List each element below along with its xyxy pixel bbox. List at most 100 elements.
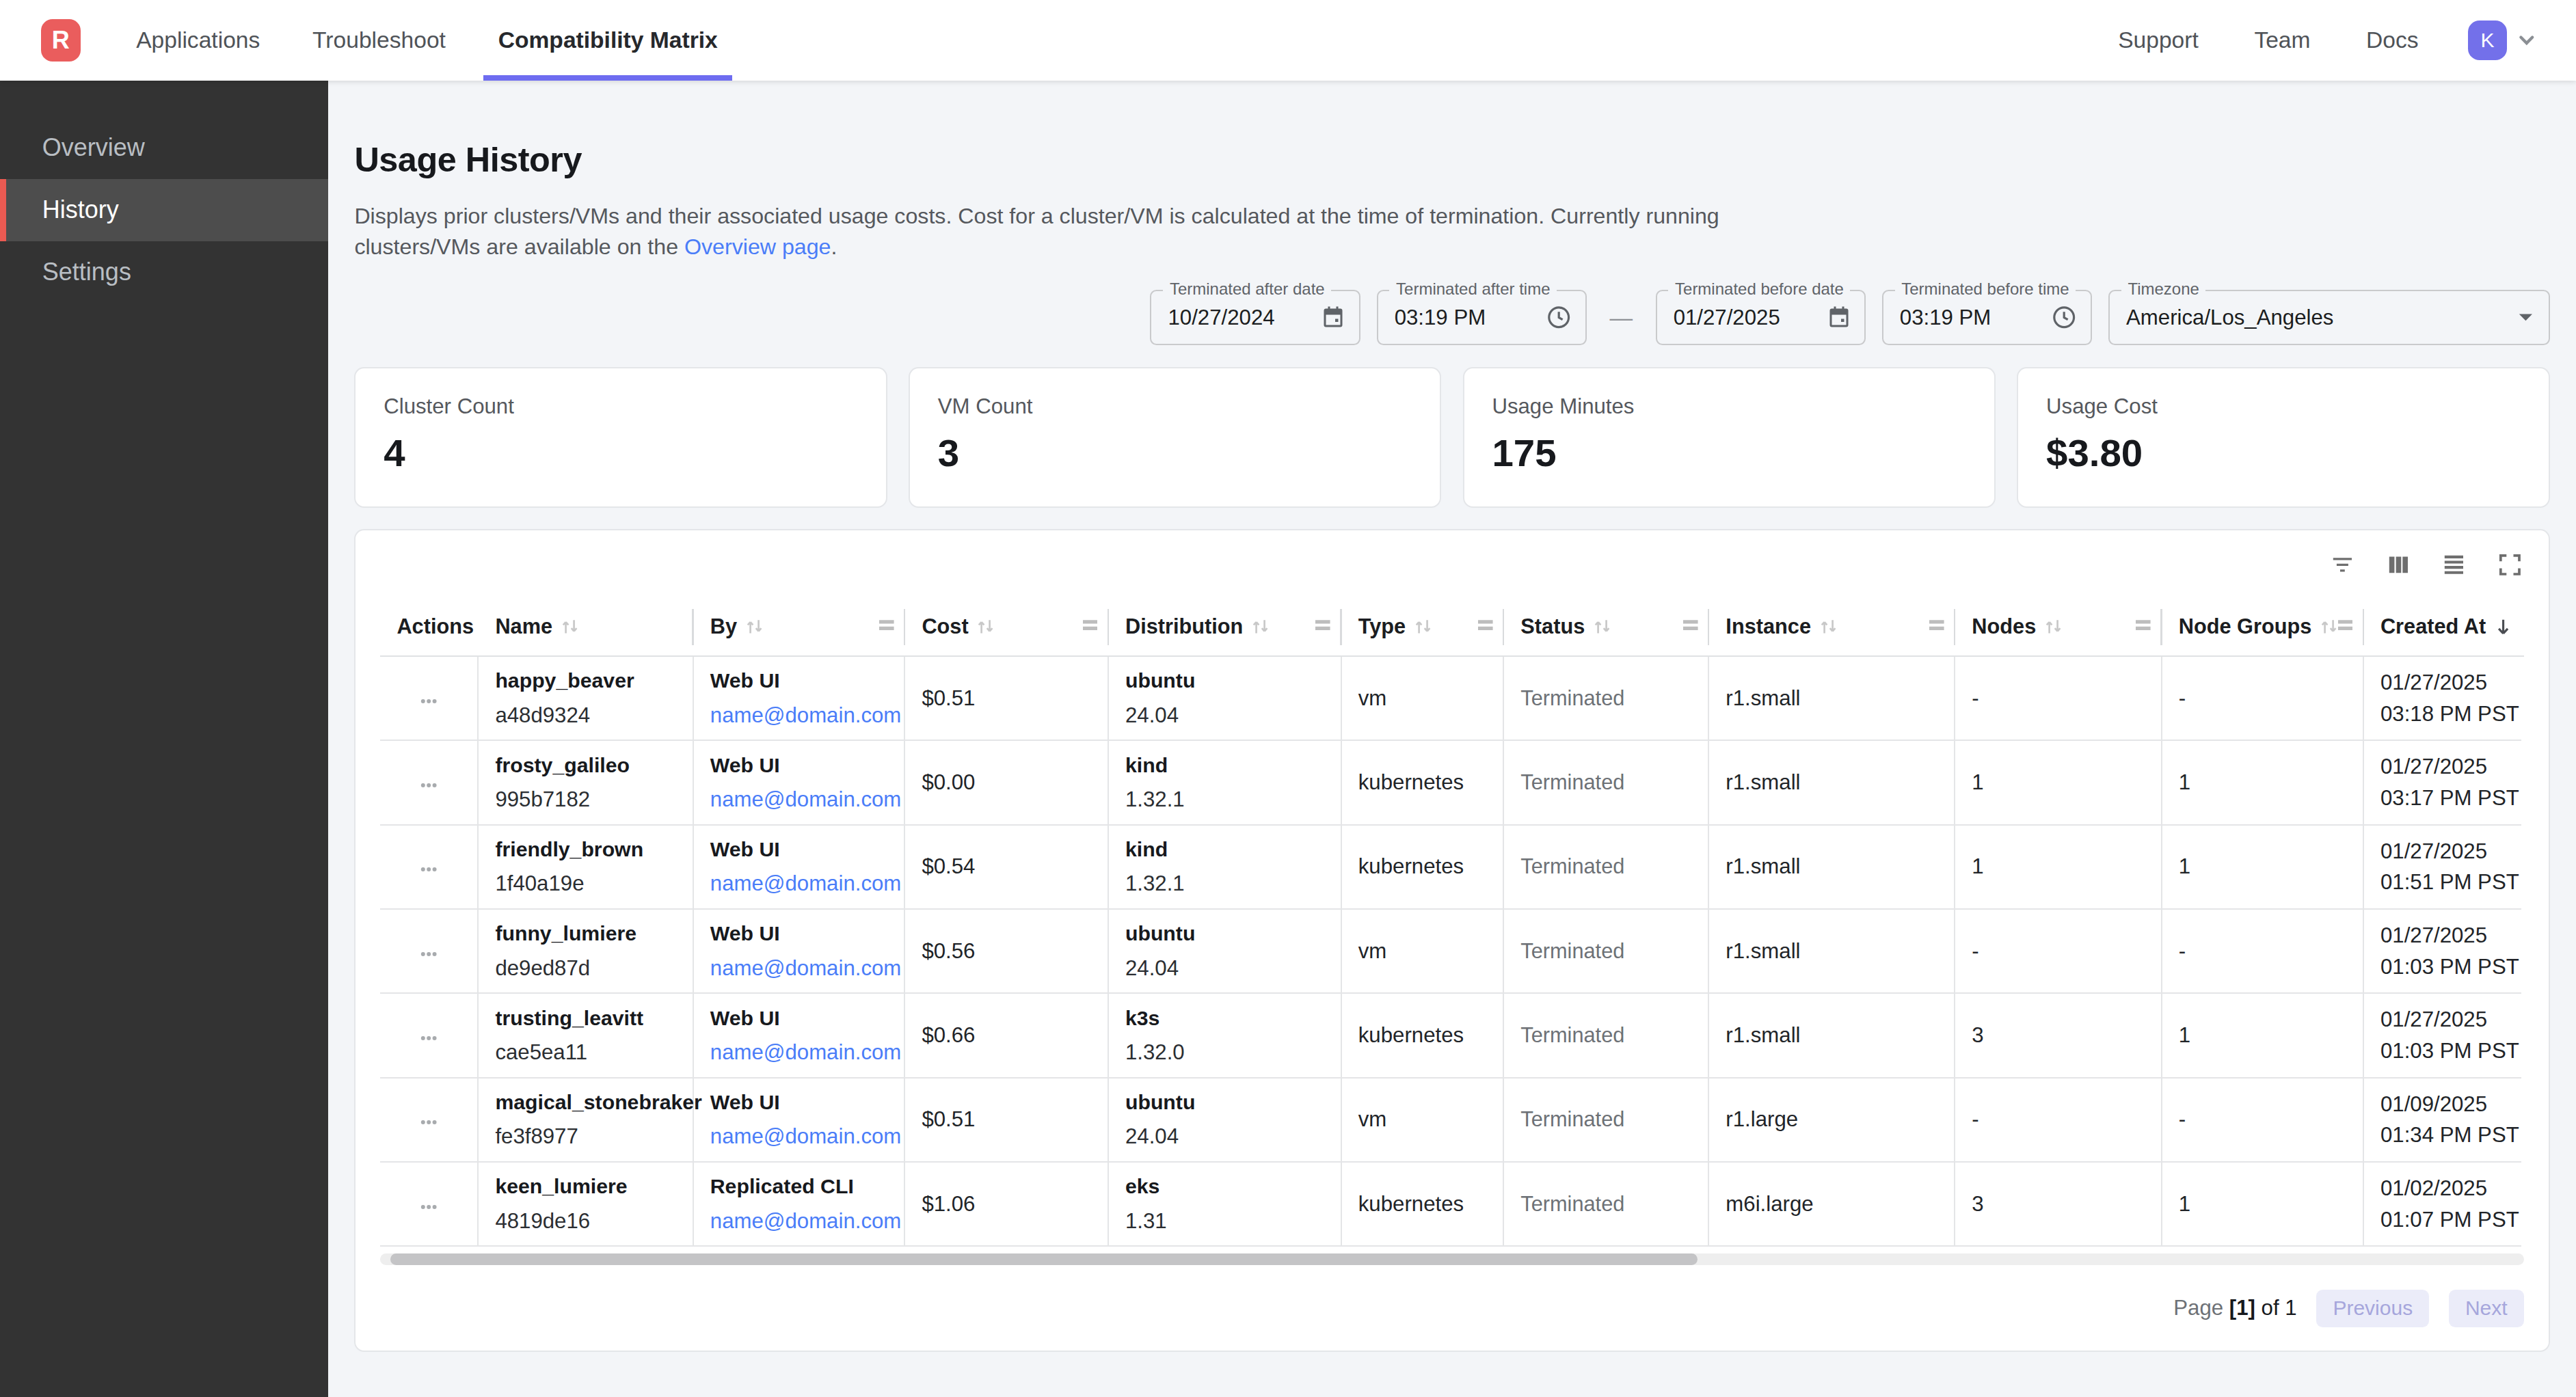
column-menu-icon[interactable] [1478,620,1493,633]
terminated-before-date-field[interactable]: Terminated before date 01/27/2025 [1656,290,1866,346]
clock-icon[interactable] [1546,304,1572,330]
top-navbar: R Applications Troubleshoot Compatibilit… [0,0,2576,81]
column-header-nodes[interactable]: Nodes [1955,598,2162,655]
sort-icon[interactable] [1412,615,1434,638]
row-node-groups-cell: - [2162,910,2364,994]
sort-icon[interactable] [1592,615,1613,638]
email-link[interactable]: name@domain.com [710,1120,904,1154]
row-nodes-cell: 3 [1955,1163,2162,1247]
column-header-distribution[interactable]: Distribution [1109,598,1342,655]
calendar-icon[interactable] [1321,306,1345,330]
sort-icon[interactable] [975,615,996,638]
scrollbar-thumb[interactable] [390,1253,1698,1265]
row-status-cell: Terminated [1504,1163,1709,1247]
row-actions-cell[interactable] [380,741,479,825]
email-link[interactable]: name@domain.com [710,783,904,817]
email-link[interactable]: name@domain.com [710,698,904,733]
column-menu-icon[interactable] [2338,620,2353,633]
email-link[interactable]: name@domain.com [710,951,904,986]
row-by-cell: Web UIname@domain.com [694,741,906,825]
more-actions-icon[interactable] [420,1192,438,1217]
column-menu-icon[interactable] [1929,620,1944,633]
table-row[interactable]: keen_lumiere4819de16 Replicated CLIname@… [380,1163,2523,1247]
column-menu-icon[interactable] [1683,620,1698,633]
table-row[interactable]: magical_stonebrakerfe3f8977 Web UIname@d… [380,1079,2523,1163]
table-row[interactable]: frosty_galileo995b7182 Web UIname@domain… [380,741,2523,825]
sort-icon[interactable] [559,615,580,638]
column-header-status[interactable]: Status [1504,598,1709,655]
row-status-cell: Terminated [1504,1079,1709,1163]
column-menu-icon[interactable] [879,620,894,633]
horizontal-scrollbar[interactable] [380,1253,2523,1265]
nav-item-docs[interactable]: Docs [2357,27,2428,53]
terminated-after-date-field[interactable]: Terminated after date 10/27/2024 [1150,290,1360,346]
density-icon[interactable] [2440,551,2468,579]
terminated-after-time-field[interactable]: Terminated after time 03:19 PM [1377,290,1587,346]
more-actions-icon[interactable] [420,939,438,964]
calendar-icon[interactable] [1827,306,1851,330]
filter-icon[interactable] [2329,551,2357,579]
table-row[interactable]: happy_beavera48d9324 Web UIname@domain.c… [380,657,2523,741]
sidebar-item-settings[interactable]: Settings [0,241,328,303]
email-link[interactable]: name@domain.com [710,1035,904,1070]
column-header-cost[interactable]: Cost [905,598,1109,655]
overview-page-link[interactable]: Overview page [684,234,831,259]
more-actions-icon[interactable] [420,686,438,711]
row-type-cell: vm [1342,910,1505,994]
column-menu-icon[interactable] [2136,620,2151,633]
table-row[interactable]: funny_lumierede9ed87d Web UIname@domain.… [380,910,2523,994]
row-actions-cell[interactable] [380,994,479,1078]
sort-icon[interactable] [2043,615,2064,638]
sort-icon[interactable] [744,615,765,638]
row-actions-cell[interactable] [380,657,479,741]
column-header-type[interactable]: Type [1342,598,1505,655]
row-actions-cell[interactable] [380,1163,479,1247]
nav-item-applications[interactable]: Applications [122,0,275,81]
row-nodes-cell: 1 [1955,826,2162,910]
chevron-down-icon[interactable] [2515,29,2538,52]
dropdown-arrow-icon[interactable] [2516,308,2536,327]
avatar[interactable]: K [2468,21,2508,60]
column-menu-icon[interactable] [1083,620,1098,633]
sidebar-item-history[interactable]: History [0,179,328,241]
column-header-node-groups[interactable]: Node Groups [2162,598,2364,655]
fullscreen-icon[interactable] [2496,551,2524,579]
row-created-at-cell: 01/27/202501:03 PM PST [2364,910,2521,994]
column-menu-icon[interactable] [1315,620,1330,633]
more-actions-icon[interactable] [420,770,438,795]
more-actions-icon[interactable] [420,1023,438,1048]
nav-item-support[interactable]: Support [2108,27,2208,53]
sort-icon[interactable] [2318,615,2339,638]
table-row[interactable]: trusting_leavittcae5ea11 Web UIname@doma… [380,994,2523,1078]
more-actions-icon[interactable] [420,854,438,879]
sort-desc-icon[interactable] [2493,615,2514,638]
columns-icon[interactable] [2385,551,2413,579]
replicated-logo[interactable]: R [41,19,81,62]
nav-item-compatibility-matrix[interactable]: Compatibility Matrix [483,0,732,81]
email-link[interactable]: name@domain.com [710,867,904,901]
column-header-created-at[interactable]: Created At [2364,598,2521,655]
sort-icon[interactable] [1818,615,1839,638]
nav-item-team[interactable]: Team [2244,27,2320,53]
column-header-by[interactable]: By [694,598,906,655]
row-actions-cell[interactable] [380,1079,479,1163]
email-link[interactable]: name@domain.com [710,1204,904,1238]
row-actions-cell[interactable] [380,826,479,910]
sort-icon[interactable] [1250,615,1271,638]
more-actions-icon[interactable] [420,1107,438,1132]
column-header-instance[interactable]: Instance [1709,598,1955,655]
sidebar-item-overview[interactable]: Overview [0,116,328,178]
next-button[interactable]: Next [2449,1290,2524,1327]
previous-button[interactable]: Previous [2316,1290,2429,1327]
nav-item-troubleshoot[interactable]: Troubleshoot [298,0,461,81]
row-nodes-cell: - [1955,1079,2162,1163]
column-header-name[interactable]: Name [479,598,693,655]
row-cost-cell: $0.51 [905,657,1109,741]
clock-icon[interactable] [2051,304,2077,330]
row-actions-cell[interactable] [380,910,479,994]
row-type-cell: kubernetes [1342,1163,1505,1247]
timezone-select[interactable]: Timezone America/Los_Angeles [2108,290,2550,346]
column-header-actions: Actions [380,598,479,655]
table-row[interactable]: friendly_brown1f40a19e Web UIname@domain… [380,826,2523,910]
terminated-before-time-field[interactable]: Terminated before time 03:19 PM [1882,290,2092,346]
